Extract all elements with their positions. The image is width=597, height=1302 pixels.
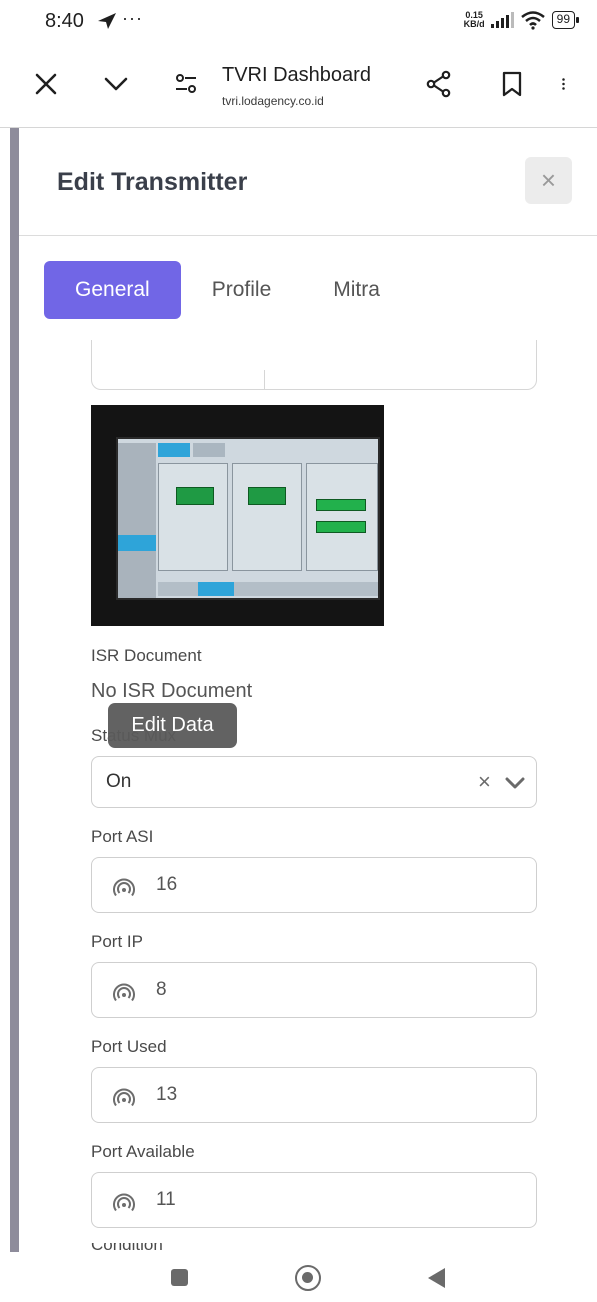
tab-mitra[interactable]: Mitra [302,261,411,319]
share-icon[interactable] [425,70,453,98]
page-url[interactable]: tvri.lodagency.co.id [222,94,324,108]
modal-close-button[interactable]: × [525,157,572,204]
tab-general[interactable]: General [44,261,181,319]
port-available-label: Port Available [91,1142,195,1161]
modal-tabs: General Profile Mitra [44,261,411,319]
port-asi-input[interactable]: 16 [91,857,537,913]
browser-toolbar: TVRI Dashboard tvri.lodagency.co.id [0,44,597,128]
status-mux-value: On [106,771,132,792]
port-ip-value: 8 [156,979,167,1000]
port-available-input[interactable]: 11 [91,1172,537,1228]
port-available-value: 11 [156,1189,176,1210]
network-speed-unit: KB/d [463,19,485,29]
status-bar: 8:40 ··· 0.15 KB/d 99 [0,0,597,44]
network-speed: 0.15 KB/d [464,11,485,29]
tab-profile[interactable]: Profile [181,261,303,319]
port-ip-label: Port IP [91,932,143,951]
battery-icon: 99 [551,11,580,29]
port-used-input[interactable]: 13 [91,1067,537,1123]
navigation-arrow-icon [98,13,116,29]
back-icon[interactable] [428,1268,445,1288]
status-time: 8:40 [45,10,84,32]
system-nav-bar [0,1252,597,1302]
transmitter-photo [91,405,384,626]
page-side-bar [10,128,19,1252]
page-title: TVRI Dashboard [222,64,371,86]
condition-label-text: Condition [91,1243,163,1252]
signal-icon [490,12,514,28]
broadcast-icon [113,983,135,1002]
port-used-label: Port Used [91,1037,167,1056]
notification-dots: ··· [122,8,143,28]
port-asi-label: Port ASI [91,827,154,846]
partial-input-field[interactable] [91,340,537,390]
broadcast-icon [113,1193,135,1212]
broadcast-icon [113,878,135,897]
broadcast-icon [113,1088,135,1107]
isr-document-label: ISR Document [91,646,202,665]
chevron-down-icon[interactable] [504,772,526,794]
port-ip-input[interactable]: 8 [91,962,537,1018]
more-options-icon[interactable] [560,70,574,98]
wifi-icon [520,11,545,30]
site-settings-icon[interactable] [172,70,200,98]
chevron-down-icon[interactable] [102,70,130,98]
transmitter-screen [116,437,380,600]
status-indicators: 0.15 KB/d 99 [464,10,580,30]
status-mux-select[interactable]: On × [91,756,537,808]
condition-label: Condition [91,1243,211,1252]
edit-data-tooltip: Edit Data [108,703,237,748]
modal-title: Edit Transmitter [57,168,248,196]
home-icon[interactable] [295,1265,321,1291]
close-icon[interactable] [32,70,60,98]
port-used-value: 13 [156,1084,178,1105]
port-asi-value: 16 [156,874,178,895]
clear-icon[interactable]: × [478,769,491,795]
modal-header: Edit Transmitter × [19,128,597,236]
isr-document-value: No ISR Document [91,680,253,702]
bookmark-icon[interactable] [498,70,526,98]
recent-apps-icon[interactable] [171,1269,188,1286]
